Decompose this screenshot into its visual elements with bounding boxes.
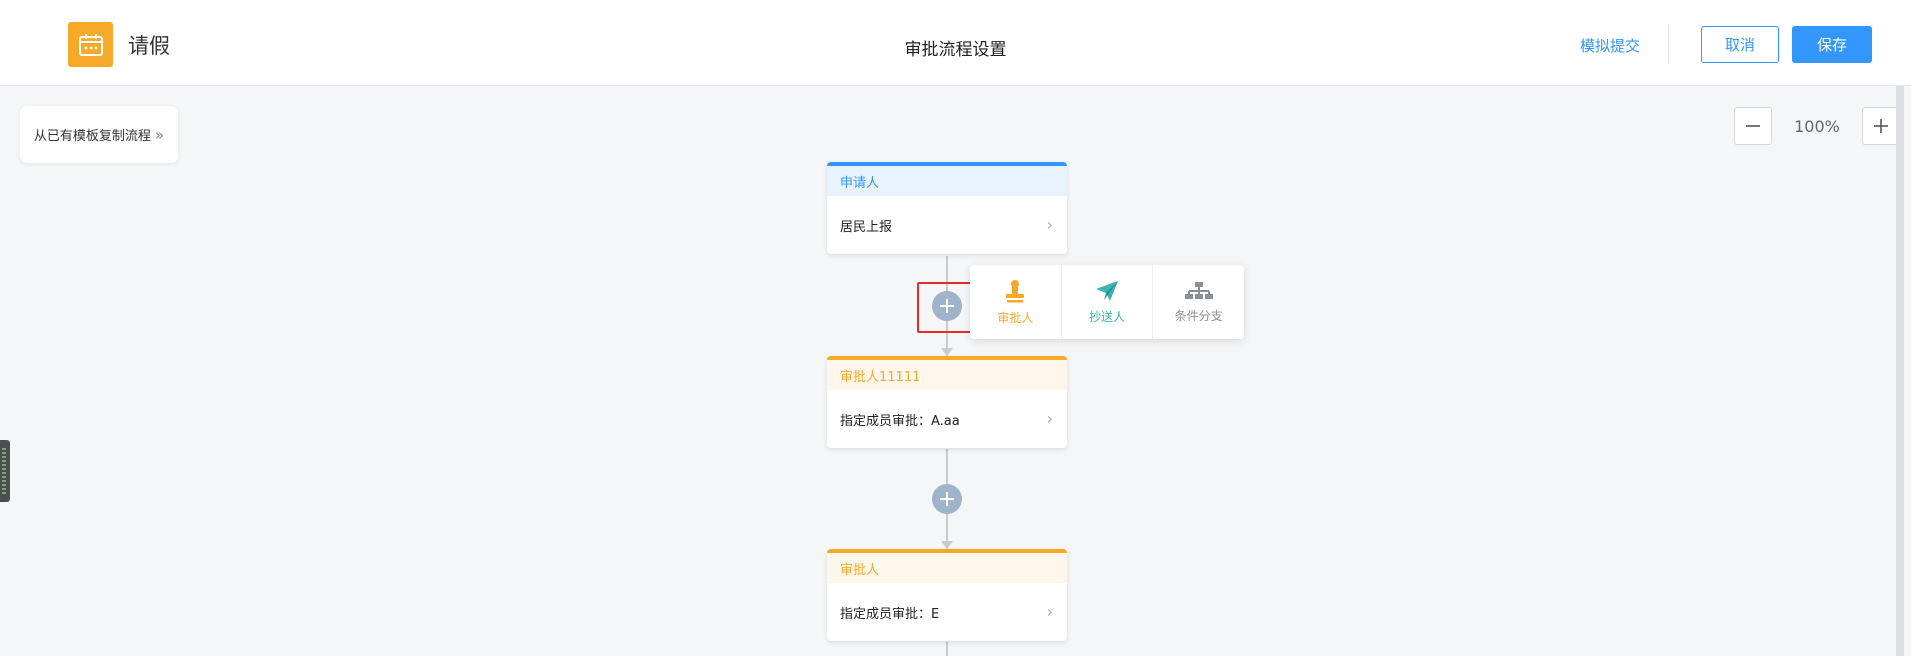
add-approver-label: 审批人	[997, 310, 1034, 325]
cancel-button[interactable]: 取消	[1701, 26, 1779, 63]
start-node-content: 居民上报	[840, 219, 893, 235]
approver-node-title: 审批人	[827, 549, 1067, 583]
add-condition-option[interactable]: 条件分支	[1152, 265, 1244, 339]
vertical-scrollbar[interactable]	[1896, 86, 1904, 656]
approver-node[interactable]: 审批人 指定成员审批：E ›	[827, 549, 1067, 641]
copy-from-template-button[interactable]: 从已有模板复制流程 »	[20, 106, 178, 163]
approver-node-content: 指定成员审批：A.aa	[840, 413, 960, 429]
zoom-level: 100%	[1794, 117, 1840, 136]
copy-from-template-label: 从已有模板复制流程	[33, 129, 151, 144]
approver-node-title: 审批人11111	[827, 356, 1067, 390]
start-node[interactable]: 申请人 居民上报 ›	[827, 162, 1067, 254]
connector-arrow	[941, 541, 953, 549]
plus-icon	[940, 492, 954, 506]
highlight-box	[917, 282, 975, 333]
grip-icon	[2, 448, 6, 494]
header-divider	[1668, 24, 1669, 64]
add-node-menu: 审批人 抄送人 条件分支	[970, 265, 1244, 339]
chevron-right-icon: ›	[1046, 215, 1053, 234]
org-branch-icon	[1184, 281, 1213, 299]
add-cc-label: 抄送人	[1089, 309, 1126, 324]
add-approver-option[interactable]: 审批人	[970, 265, 1061, 339]
connector-arrow	[941, 348, 953, 356]
paper-plane-icon	[1096, 280, 1118, 301]
stamp-icon	[1006, 279, 1025, 302]
connector-line	[946, 642, 948, 656]
zoom-in-button[interactable]	[1862, 107, 1900, 145]
add-condition-label: 条件分支	[1174, 308, 1223, 323]
side-drag-handle[interactable]	[0, 440, 10, 502]
add-node-button[interactable]	[932, 484, 962, 514]
approver-node[interactable]: 审批人11111 指定成员审批：A.aa ›	[827, 356, 1067, 448]
plus-icon	[1874, 119, 1888, 133]
minus-icon	[1746, 125, 1760, 127]
double-chevron-right-icon: »	[154, 125, 165, 144]
start-node-title: 申请人	[827, 162, 1067, 196]
chevron-right-icon: ›	[1046, 409, 1053, 428]
add-cc-option[interactable]: 抄送人	[1060, 265, 1153, 339]
simulate-submit-link[interactable]: 模拟提交	[1580, 35, 1640, 56]
save-button[interactable]: 保存	[1792, 26, 1872, 63]
header: 请假 审批流程设置 模拟提交 取消 保存	[0, 0, 1911, 86]
approver-node-content: 指定成员审批：E	[840, 606, 940, 622]
chevron-right-icon: ›	[1046, 602, 1053, 621]
zoom-out-button[interactable]	[1734, 107, 1772, 145]
